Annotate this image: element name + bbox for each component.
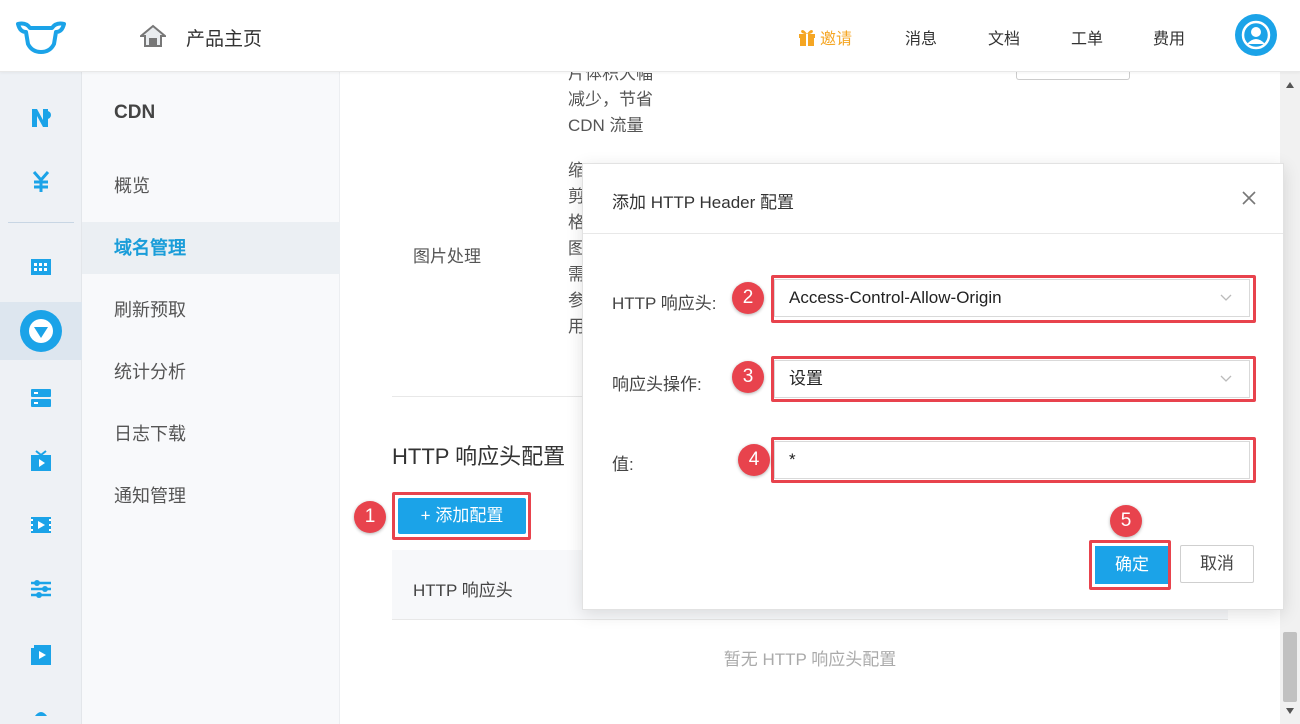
subnav-item-log-download[interactable]: 日志下载 bbox=[82, 408, 340, 460]
nav-messages[interactable]: 消息 bbox=[905, 25, 937, 49]
scroll-up-arrow-icon[interactable] bbox=[1286, 82, 1294, 88]
header-value-label: 值: bbox=[612, 455, 634, 474]
gift-icon bbox=[799, 30, 815, 46]
subnav-item-refresh-prefetch[interactable]: 刷新预取 bbox=[82, 284, 340, 336]
step-badge-3: 3 bbox=[732, 361, 764, 393]
user-avatar[interactable] bbox=[1235, 14, 1277, 56]
dialog-header: 添加 HTTP Header 配置 bbox=[583, 164, 1283, 234]
header-operation-select[interactable]: 设置 bbox=[774, 360, 1250, 398]
scroll-thumb[interactable] bbox=[1283, 632, 1297, 702]
dashboard-grid-icon[interactable] bbox=[29, 255, 53, 279]
http-header-select[interactable]: Access-Control-Allow-Origin bbox=[774, 279, 1250, 317]
nav-fees[interactable]: 费用 bbox=[1153, 25, 1185, 49]
add-config-button[interactable]: + 添加配置 bbox=[398, 498, 526, 534]
subnav-item-notifications[interactable]: 通知管理 bbox=[82, 470, 340, 522]
np-logo-icon[interactable] bbox=[29, 106, 53, 130]
cdn-icon bbox=[29, 319, 53, 343]
brand-logo[interactable] bbox=[16, 18, 66, 54]
http-header-label: HTTP 响应头: bbox=[612, 294, 717, 313]
chevron-down-icon bbox=[1220, 294, 1232, 301]
partial-button[interactable] bbox=[1016, 72, 1130, 80]
video-film-icon[interactable] bbox=[29, 513, 53, 537]
header-operation-label: 响应头操作: bbox=[612, 375, 702, 394]
chevron-down-icon bbox=[1220, 375, 1232, 382]
http-header-selected-value: Access-Control-Allow-Origin bbox=[789, 288, 1002, 307]
top-header: 产品主页 邀请 消息 文档 工单 费用 bbox=[0, 0, 1300, 72]
user-icon bbox=[1241, 20, 1271, 50]
header-operation-selected-value: 设置 bbox=[789, 369, 823, 388]
scroll-down-arrow-icon[interactable] bbox=[1286, 708, 1294, 714]
feature-desc-line: CDN 流量 bbox=[568, 116, 644, 135]
confirm-button[interactable]: 确定 bbox=[1095, 546, 1169, 584]
subnav-title: CDN bbox=[114, 102, 156, 123]
media-play-icon[interactable] bbox=[29, 643, 53, 667]
step-badge-4: 4 bbox=[738, 444, 770, 476]
http-header-section-title: HTTP 响应头配置 bbox=[392, 444, 566, 469]
invite-label: 邀请 bbox=[820, 31, 853, 48]
step-badge-1: 1 bbox=[354, 501, 386, 533]
header-value-text: * bbox=[789, 450, 796, 469]
image-processing-label: 图片处理 bbox=[413, 247, 481, 266]
close-icon[interactable] bbox=[1241, 190, 1257, 206]
home-label[interactable]: 产品主页 bbox=[186, 24, 262, 51]
nav-tickets[interactable]: 工单 bbox=[1071, 25, 1103, 49]
table-empty-text: 暂无 HTTP 响应头配置 bbox=[723, 650, 897, 669]
column-header-http-header: HTTP 响应头 bbox=[413, 581, 513, 600]
server-icon[interactable] bbox=[29, 386, 53, 410]
subnav-item-statistics[interactable]: 统计分析 bbox=[82, 346, 340, 398]
cdn-rail-item[interactable] bbox=[20, 310, 62, 352]
rail-divider bbox=[8, 222, 74, 223]
billing-icon[interactable] bbox=[29, 170, 53, 194]
live-tv-icon[interactable] bbox=[29, 449, 53, 473]
step-badge-5: 5 bbox=[1110, 505, 1142, 537]
feature-desc-line: 片体积大幅 bbox=[568, 72, 653, 83]
cdn-subnav: CDN 概览 域名管理 刷新预取 统计分析 日志下载 通知管理 bbox=[82, 72, 340, 724]
subnav-item-domain-management[interactable]: 域名管理 bbox=[82, 222, 340, 274]
feature-desc-line: 减少，节省 bbox=[568, 90, 653, 109]
more-rail-icon[interactable] bbox=[29, 706, 53, 724]
subnav-item-overview[interactable]: 概览 bbox=[82, 160, 340, 212]
cancel-button[interactable]: 取消 bbox=[1180, 545, 1254, 583]
home-icon[interactable] bbox=[140, 24, 166, 48]
invite-link[interactable]: 邀请 bbox=[798, 25, 852, 49]
add-http-header-dialog: 添加 HTTP Header 配置 HTTP 响应头: Access-Contr… bbox=[582, 163, 1284, 610]
icon-rail bbox=[0, 72, 82, 724]
settings-sliders-icon[interactable] bbox=[29, 577, 53, 601]
step-badge-2: 2 bbox=[732, 282, 764, 314]
dialog-title: 添加 HTTP Header 配置 bbox=[612, 193, 795, 212]
header-value-input[interactable]: * bbox=[774, 441, 1250, 479]
nav-docs[interactable]: 文档 bbox=[988, 25, 1020, 49]
